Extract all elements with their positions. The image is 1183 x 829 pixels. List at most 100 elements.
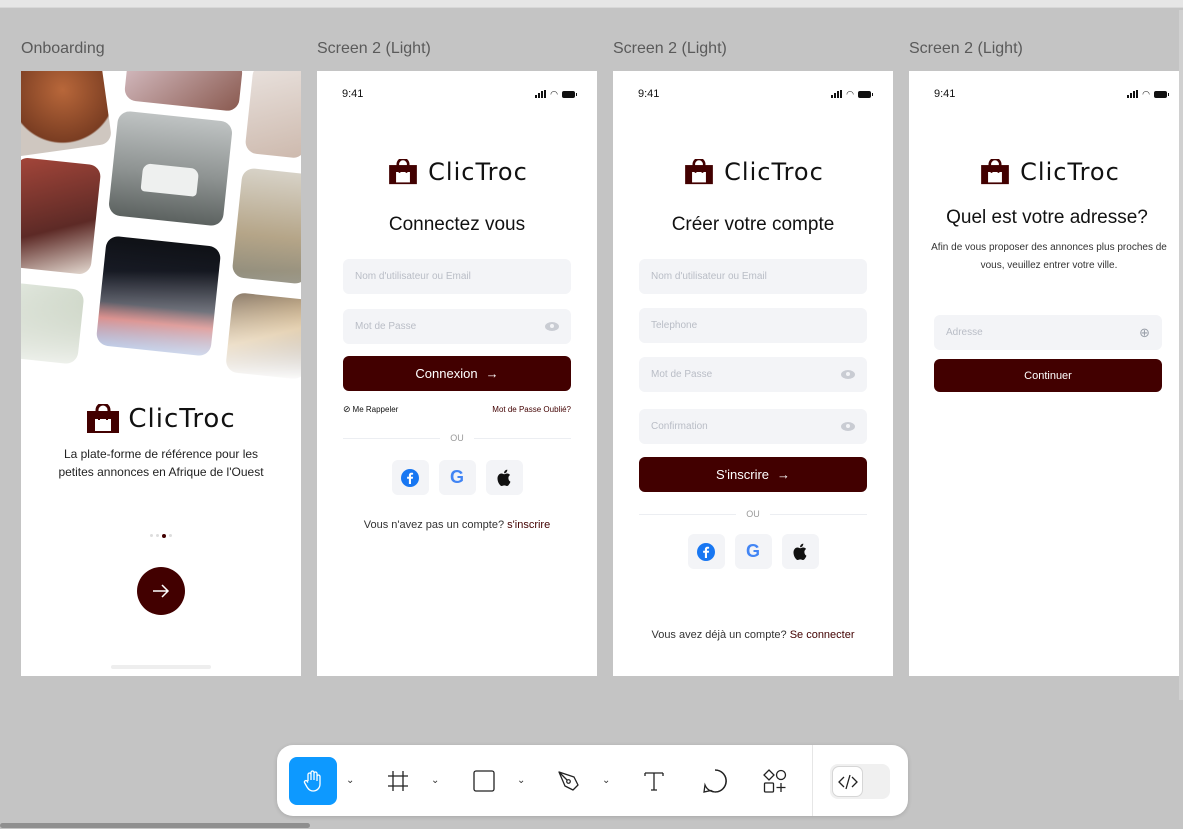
username-input[interactable]: Nom d'utilisateur ou Email (639, 259, 867, 294)
assets-tool-button[interactable] (760, 757, 790, 805)
or-label: OU (450, 433, 464, 443)
hand-tool-icon (303, 770, 321, 792)
brand-name: ClicTroc (428, 158, 528, 186)
top-bar (0, 0, 1183, 8)
forgot-password-link[interactable]: Mot de Passe Oublié? (492, 405, 571, 414)
social-login-group: G (317, 460, 597, 495)
vertical-scrollbar[interactable] (1179, 10, 1183, 700)
cellular-signal-icon (831, 90, 843, 98)
chevron-down-icon[interactable]: ⌄ (431, 775, 439, 786)
phone-placeholder: Telephone (651, 320, 698, 331)
phone-input[interactable]: Telephone (639, 308, 867, 343)
next-button[interactable] (137, 567, 185, 615)
facebook-icon (697, 542, 715, 561)
car-photo (107, 110, 234, 227)
eye-icon[interactable] (841, 422, 855, 431)
brand-logo: ClicTroc (909, 158, 1183, 186)
text-tool-icon (644, 772, 664, 791)
login-link[interactable]: Se connecter (790, 629, 855, 641)
frame-label-login[interactable]: Screen 2 (Light) (317, 40, 431, 58)
status-bar: 9:41 ◠ (317, 88, 597, 102)
tennis-photo (21, 156, 102, 276)
dev-mode-toggle[interactable] (830, 764, 890, 799)
status-bar: 9:41 ◠ (909, 88, 1183, 102)
username-input[interactable]: Nom d'utilisateur ou Email (343, 259, 571, 294)
google-icon: G (745, 541, 760, 561)
pen-tool-button[interactable] (554, 757, 584, 805)
kitten-photo (244, 71, 301, 159)
text-tool-button[interactable] (639, 757, 669, 805)
apple-icon (793, 543, 807, 560)
home-indicator (111, 665, 211, 669)
shopping-bag-logo-icon (685, 159, 714, 185)
chevron-down-icon[interactable]: ⌄ (517, 775, 525, 786)
frame-tool-button[interactable] (383, 757, 413, 805)
password-placeholder: Mot de Passe (355, 321, 417, 332)
code-icon (837, 774, 858, 789)
apple-login-button[interactable] (781, 534, 819, 569)
signup-frame[interactable]: 9:41 ◠ ClicTroc Créer votre compte Nom d… (613, 71, 893, 676)
brand-logo: ClicTroc (613, 158, 893, 186)
login-title: Connectez vous (388, 214, 526, 235)
status-time: 9:41 (934, 88, 956, 100)
eye-icon[interactable] (841, 370, 855, 379)
google-login-button[interactable]: G (734, 534, 772, 569)
onboarding-frame[interactable]: ClicTroc La plate-forme de référence pou… (21, 71, 301, 676)
password-placeholder: Mot de Passe (651, 369, 713, 380)
password-input[interactable]: Mot de Passe (639, 357, 867, 392)
google-login-button[interactable]: G (438, 460, 476, 495)
status-bar: 9:41 ◠ (613, 88, 893, 102)
signup-button-label: S'inscrire (715, 467, 770, 482)
chevron-down-icon[interactable]: ⌄ (346, 775, 354, 786)
shopping-bag-logo-icon (981, 159, 1010, 185)
brand-logo: ClicTroc (21, 404, 301, 434)
apple-login-button[interactable] (485, 460, 523, 495)
signup-prompt-text: Vous n'avez pas un compte? (363, 519, 505, 531)
battery-icon (562, 91, 577, 98)
battery-icon (1154, 91, 1169, 98)
remember-label: Me Rappeler (352, 405, 399, 414)
login-frame[interactable]: 9:41 ◠ ClicTroc Connectez vous Nom d'uti… (317, 71, 597, 676)
frame-label-onboarding[interactable]: Onboarding (21, 40, 105, 58)
pagination-dots[interactable] (21, 533, 301, 538)
address-subtitle: Afin de vous proposer des annonces plus … (931, 242, 1167, 271)
facebook-login-button[interactable] (687, 534, 725, 569)
location-pin-icon[interactable]: ⊕ (1139, 325, 1150, 341)
check-circle-icon: ⊘ (343, 404, 351, 414)
username-placeholder: Nom d'utilisateur ou Email (355, 271, 471, 282)
signup-link[interactable]: s'inscrire (507, 519, 550, 531)
confirm-password-input[interactable]: Confirmation (639, 409, 867, 444)
address-input[interactable]: Adresse ⊕ (934, 315, 1162, 350)
toolbar-divider (812, 745, 813, 816)
password-input[interactable]: Mot de Passe (343, 309, 571, 344)
address-frame[interactable]: 9:41 ◠ ClicTroc Quel est votre adresse? … (909, 71, 1183, 676)
confirm-placeholder: Confirmation (651, 421, 708, 432)
comment-tool-button[interactable] (700, 757, 730, 805)
pen-tool-icon (558, 771, 579, 791)
horizontal-scrollbar[interactable] (0, 823, 310, 828)
wifi-icon: ◠ (846, 89, 854, 99)
remember-me-checkbox[interactable]: ⊘ Me Rappeler (343, 404, 398, 415)
login-button[interactable]: Connexion → (343, 356, 571, 391)
login-button-label: Connexion (415, 366, 478, 381)
chevron-down-icon[interactable]: ⌄ (602, 775, 610, 786)
frame-label-address[interactable]: Screen 2 (Light) (909, 40, 1023, 58)
arrow-right-icon: → (485, 366, 499, 381)
signup-button[interactable]: S'inscrire → (639, 457, 867, 492)
cellular-signal-icon (535, 90, 547, 98)
hand-tool-button[interactable] (289, 757, 337, 805)
frame-tool-icon (388, 771, 408, 791)
continue-button[interactable]: Continuer (934, 359, 1162, 392)
shopping-bag-logo-icon (87, 404, 120, 433)
eye-icon[interactable] (545, 322, 559, 331)
or-separator: OU (343, 431, 571, 445)
brand-name: ClicTroc (128, 404, 236, 434)
design-toolbar: ⌄ ⌄ ⌄ ⌄ (277, 745, 908, 816)
rectangle-tool-button[interactable] (469, 757, 499, 805)
signup-title: Créer votre compte (671, 214, 835, 235)
facebook-login-button[interactable] (391, 460, 429, 495)
google-icon: G (449, 467, 464, 487)
frame-label-signup[interactable]: Screen 2 (Light) (613, 40, 727, 58)
wifi-icon: ◠ (550, 89, 558, 99)
arrow-right-icon: → (777, 467, 791, 482)
